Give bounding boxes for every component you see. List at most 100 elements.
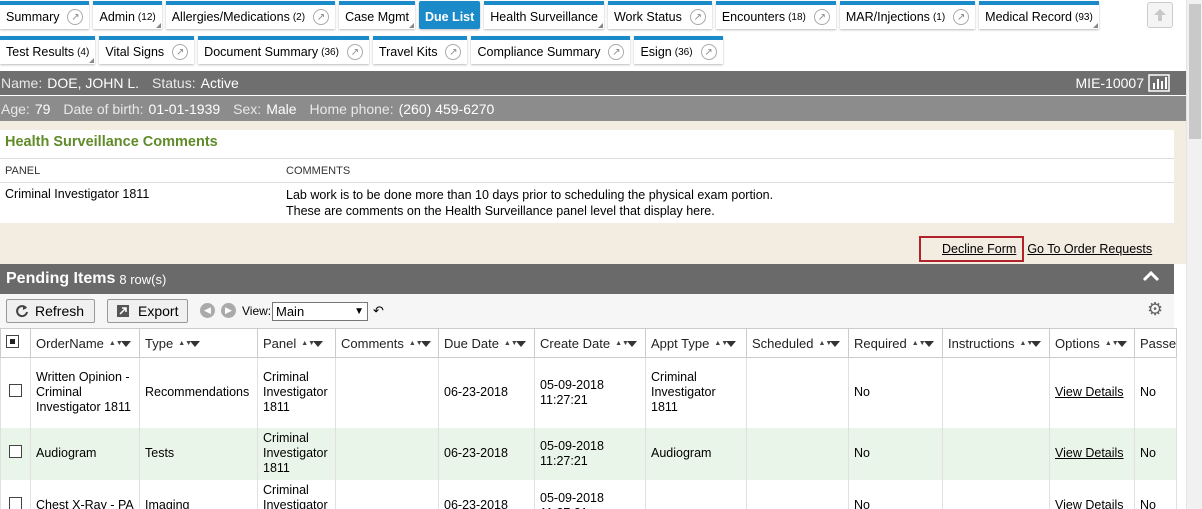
popout-icon[interactable]: ↗ xyxy=(689,9,706,25)
sort-icon[interactable]: ▲▼ xyxy=(504,340,518,347)
column-header-label: Options xyxy=(1055,335,1100,351)
sort-icon[interactable]: ▲▼ xyxy=(1019,340,1033,347)
filter-icon[interactable] xyxy=(923,340,934,347)
popout-icon[interactable]: ↗ xyxy=(445,44,462,60)
tab-count-badge: (36) xyxy=(674,46,693,58)
popout-icon[interactable]: ↗ xyxy=(813,9,830,25)
gear-icon[interactable]: ⚙ xyxy=(1147,299,1163,320)
chevron-up-icon[interactable] xyxy=(1142,268,1160,286)
tab-due-list[interactable]: Due List xyxy=(418,1,481,29)
sort-icon[interactable]: ▲▼ xyxy=(409,340,423,347)
popout-icon[interactable]: ↗ xyxy=(313,9,330,25)
reset-view-icon[interactable]: ↶ xyxy=(373,303,384,319)
popout-icon[interactable]: ↗ xyxy=(953,9,970,25)
popout-icon[interactable]: ↗ xyxy=(608,44,625,60)
sort-icon[interactable]: ▲▼ xyxy=(1105,340,1119,347)
panel-column-header: PANEL xyxy=(5,165,41,177)
column-header-label: Appt Type xyxy=(651,335,710,351)
column-header-required[interactable]: Required ▲▼ xyxy=(848,328,943,358)
sort-icon[interactable]: ▲▼ xyxy=(818,340,832,347)
filter-icon[interactable] xyxy=(420,340,431,347)
next-view-icon[interactable]: ▶ xyxy=(221,303,236,318)
scrollbar-thumb[interactable] xyxy=(1189,4,1201,139)
name-label: Name: xyxy=(1,75,43,91)
go-to-order-requests-link[interactable]: Go To Order Requests xyxy=(1027,242,1152,256)
tab-allergies-medications[interactable]: Allergies/Medications (2) ↗ xyxy=(165,1,336,29)
cell-created: 05-09-2018 11:27:21 xyxy=(534,357,646,428)
filter-icon[interactable] xyxy=(627,340,638,347)
popout-icon[interactable]: ↗ xyxy=(700,44,717,60)
column-header-type[interactable]: Type ▲▼ xyxy=(139,328,258,358)
table-row[interactable]: Audiogram Tests Criminal Investigator 1811… xyxy=(0,427,1177,480)
tab-case-mgmt[interactable]: Case Mgmt xyxy=(339,1,415,29)
filter-icon[interactable] xyxy=(515,340,526,347)
tab-health-surveillance[interactable]: Health Surveillance xyxy=(484,1,604,29)
tab-admin[interactable]: Admin (12) xyxy=(93,1,162,29)
tab-document-summary[interactable]: Document Summary (36) ↗ xyxy=(198,36,369,64)
column-header-ordername[interactable]: OrderName ▲▼ xyxy=(30,328,140,358)
filter-icon[interactable] xyxy=(313,340,324,347)
filter-icon[interactable] xyxy=(726,340,737,347)
patient-status: Active xyxy=(200,75,239,91)
view-select[interactable]: Main ▼ xyxy=(272,302,368,321)
column-header-create-date[interactable]: Create Date ▲▼ xyxy=(534,328,646,358)
column-header-due-date[interactable]: Due Date ▲▼ xyxy=(438,328,535,358)
table-row[interactable]: Chest X-Ray - PA Imaging Criminal Investig… xyxy=(0,479,1177,509)
tab-mar-injections[interactable]: MAR/Injections (1) ↗ xyxy=(839,1,976,29)
filter-icon[interactable] xyxy=(1031,340,1042,347)
popout-icon[interactable]: ↗ xyxy=(346,44,363,60)
cell-type: Tests xyxy=(139,427,258,480)
column-header-panel[interactable]: Panel ▲▼ xyxy=(257,328,336,358)
column-header-appt-type[interactable]: Appt Type ▲▼ xyxy=(645,328,747,358)
row-checkbox[interactable] xyxy=(9,497,22,509)
scroll-top-button[interactable] xyxy=(1147,2,1173,28)
sort-icon[interactable]: ▲▼ xyxy=(301,340,315,347)
filter-icon[interactable] xyxy=(1116,340,1127,347)
decline-form-link[interactable]: Decline Form xyxy=(919,236,1025,262)
column-header-scheduled[interactable]: Scheduled ▲▼ xyxy=(746,328,849,358)
sort-icon[interactable]: ▲▼ xyxy=(615,340,629,347)
tab-encounters[interactable]: Encounters (18) ↗ xyxy=(715,1,836,29)
column-header-instructions[interactable]: Instructions ▲▼ xyxy=(942,328,1050,358)
sort-icon[interactable]: ▲▼ xyxy=(109,340,123,347)
refresh-button[interactable]: Refresh xyxy=(6,299,95,323)
tab-travel-kits[interactable]: Travel Kits ↗ xyxy=(372,36,468,64)
sort-icon[interactable]: ▲▼ xyxy=(178,340,192,347)
cell-options[interactable]: View Details xyxy=(1049,357,1135,428)
export-label: Export xyxy=(138,303,179,319)
tab-corner-icon xyxy=(89,58,95,63)
select-all-checkbox[interactable] xyxy=(6,335,19,348)
filter-icon[interactable] xyxy=(190,340,201,347)
sort-icon[interactable]: ▲▼ xyxy=(714,340,728,347)
column-header-options[interactable]: Options ▲▼ xyxy=(1049,328,1135,358)
filter-icon[interactable] xyxy=(830,340,841,347)
previous-view-icon[interactable]: ◀ xyxy=(200,303,215,318)
select-all-header xyxy=(0,328,31,358)
popout-icon[interactable]: ↗ xyxy=(172,44,189,60)
export-button[interactable]: Export xyxy=(107,299,188,323)
row-checkbox[interactable] xyxy=(9,384,22,398)
tab-work-status[interactable]: Work Status ↗ xyxy=(607,1,712,29)
table-row[interactable]: Written Opinion - Criminal Investigator … xyxy=(0,357,1177,428)
cell-options[interactable]: View Details xyxy=(1049,427,1135,480)
export-icon xyxy=(117,305,129,317)
cell-options[interactable]: View Details xyxy=(1049,479,1135,509)
column-header-label: Create Date xyxy=(540,335,611,351)
vertical-scrollbar[interactable] xyxy=(1186,0,1202,509)
tab-compliance-summary[interactable]: Compliance Summary ↗ xyxy=(471,36,631,64)
column-header-passe[interactable]: Passe xyxy=(1134,328,1177,358)
filter-icon[interactable] xyxy=(120,340,131,347)
column-header-label: OrderName xyxy=(36,335,104,351)
cell-scheduled xyxy=(746,357,849,428)
sort-icon[interactable]: ▲▼ xyxy=(912,340,926,347)
column-header-comments[interactable]: Comments ▲▼ xyxy=(335,328,439,358)
row-checkbox[interactable] xyxy=(9,445,22,458)
tab-esign[interactable]: Esign (36) ↗ xyxy=(634,36,723,64)
popout-icon[interactable]: ↗ xyxy=(67,9,84,25)
tab-summary[interactable]: Summary ↗ xyxy=(0,1,90,29)
tab-medical-record[interactable]: Medical Record (93) xyxy=(979,1,1099,29)
tab-vital-signs[interactable]: Vital Signs ↗ xyxy=(99,36,195,64)
bar-chart-icon[interactable] xyxy=(1148,74,1170,92)
tab-test-results[interactable]: Test Results (4) xyxy=(0,36,96,64)
tab-count-badge: (36) xyxy=(321,46,339,58)
